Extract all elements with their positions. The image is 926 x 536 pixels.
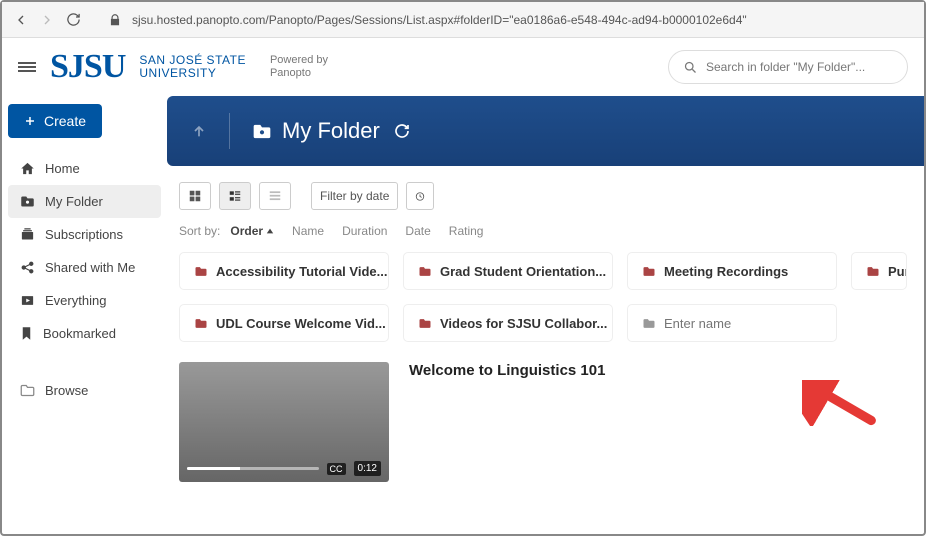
sidebar-item-everything[interactable]: Everything <box>8 284 161 317</box>
sort-asc-icon <box>266 227 274 235</box>
sidebar-item-label: Subscriptions <box>45 227 123 242</box>
sort-col-rating[interactable]: Rating <box>449 224 484 238</box>
thumb-bar: CC 0:12 <box>187 461 381 476</box>
folder-icon <box>418 266 432 277</box>
sidebar-item-my-folder[interactable]: My Folder <box>8 185 161 218</box>
sidebar-item-label: My Folder <box>45 194 103 209</box>
sort-col-date[interactable]: Date <box>405 224 430 238</box>
video-thumbnail[interactable]: CC 0:12 <box>179 362 389 482</box>
reload-button[interactable] <box>64 11 82 29</box>
subfolder-chip[interactable]: Accessibility Tutorial Vide... <box>179 252 389 290</box>
filter-label: Filter by date <box>320 189 389 203</box>
subfolder-chip[interactable]: Videos for SJSU Collabor... <box>403 304 613 342</box>
subfolder-label: Meeting Recordings <box>664 264 788 279</box>
folder-header: My Folder <box>167 96 924 166</box>
browser-toolbar: sjsu.hosted.panopto.com/Panopto/Pages/Se… <box>2 2 924 38</box>
sidebar-item-label: Shared with Me <box>45 260 135 275</box>
subfolder-chip[interactable]: Purp <box>851 252 907 290</box>
app-header: SJSU SAN JOSÉ STATE UNIVERSITY Powered b… <box>2 38 924 96</box>
sidebar-item-label: Home <box>45 161 80 176</box>
browse-folder-icon <box>20 384 35 397</box>
sort-col-name[interactable]: Name <box>292 224 324 238</box>
sort-label: Sort by: <box>179 224 220 238</box>
subfolder-grid: Accessibility Tutorial Vide... Grad Stud… <box>167 252 924 342</box>
search-icon <box>683 60 698 75</box>
hamburger-menu[interactable] <box>18 60 36 74</box>
subfolder-chip[interactable]: Meeting Recordings <box>627 252 837 290</box>
bookmark-icon <box>20 326 33 341</box>
video-list: CC 0:12 Welcome to Linguistics 101 <box>167 342 924 502</box>
search-bar[interactable]: Search in folder "My Folder"... <box>668 50 908 84</box>
view-list-button[interactable] <box>219 182 251 210</box>
create-button[interactable]: Create <box>8 104 102 138</box>
powered-by: Powered by Panopto <box>270 54 328 80</box>
folder-title: My Folder <box>252 118 410 144</box>
progress-bar[interactable] <box>187 467 319 470</box>
new-folder-input-chip[interactable]: ✕ <box>627 304 837 342</box>
sort-col-order[interactable]: Order <box>230 224 274 238</box>
home-icon <box>20 161 35 176</box>
folder-icon <box>20 195 35 208</box>
sidebar-item-browse[interactable]: Browse <box>8 374 161 407</box>
sidebar-item-home[interactable]: Home <box>8 152 161 185</box>
folder-icon <box>418 318 432 329</box>
sjsu-logo-sub: SAN JOSÉ STATE UNIVERSITY <box>139 54 246 79</box>
folder-icon <box>252 123 272 140</box>
subfolder-label: Accessibility Tutorial Vide... <box>216 264 387 279</box>
folder-icon <box>642 318 656 329</box>
cc-badge: CC <box>327 463 346 475</box>
divider <box>229 113 230 149</box>
sort-col-duration[interactable]: Duration <box>342 224 387 238</box>
create-label: Create <box>44 113 86 129</box>
sort-row: Sort by: Order Name Duration Date Rating <box>167 220 924 252</box>
folder-icon <box>642 266 656 277</box>
powered-brand: Panopto <box>270 67 328 80</box>
address-bar[interactable]: sjsu.hosted.panopto.com/Panopto/Pages/Se… <box>132 13 747 27</box>
subfolder-label: Videos for SJSU Collabor... <box>440 316 607 331</box>
subfolder-label: UDL Course Welcome Vid... <box>216 316 386 331</box>
folder-icon <box>866 266 880 277</box>
back-button[interactable] <box>12 11 30 29</box>
subfolder-chip[interactable]: UDL Course Welcome Vid... <box>179 304 389 342</box>
new-folder-input[interactable] <box>664 316 837 331</box>
video-duration: 0:12 <box>354 461 381 476</box>
sidebar: Create Home My Folder Subscriptions Shar… <box>2 96 167 534</box>
lock-icon <box>106 11 124 29</box>
view-grid-button[interactable] <box>179 182 211 210</box>
sidebar-item-shared[interactable]: Shared with Me <box>8 251 161 284</box>
subscriptions-icon <box>20 227 35 242</box>
subfolder-chip[interactable]: Grad Student Orientation... <box>403 252 613 290</box>
view-controls: Filter by date <box>167 166 924 220</box>
refresh-icon[interactable] <box>394 123 410 139</box>
folder-icon <box>194 318 208 329</box>
sidebar-item-label: Browse <box>45 383 88 398</box>
video-title[interactable]: Welcome to Linguistics 101 <box>409 362 605 379</box>
share-icon <box>20 260 35 275</box>
folder-title-text: My Folder <box>282 118 380 144</box>
subfolder-label: Purp <box>888 264 907 279</box>
sidebar-item-label: Everything <box>45 293 106 308</box>
clock-icon <box>415 190 425 203</box>
filter-date-button[interactable]: Filter by date <box>311 182 398 210</box>
sidebar-item-label: Bookmarked <box>43 326 116 341</box>
sidebar-item-subscriptions[interactable]: Subscriptions <box>8 218 161 251</box>
search-placeholder: Search in folder "My Folder"... <box>706 60 865 74</box>
everything-icon <box>20 293 35 308</box>
view-compact-button[interactable] <box>259 182 291 210</box>
up-arrow-icon[interactable] <box>191 123 207 139</box>
powered-label: Powered by <box>270 54 328 67</box>
main: My Folder Filter by date Sort by: <box>167 96 924 534</box>
plus-icon <box>24 114 36 128</box>
subfolder-label: Grad Student Orientation... <box>440 264 606 279</box>
sjsu-logo[interactable]: SJSU <box>50 48 125 86</box>
folder-icon <box>194 266 208 277</box>
sidebar-item-bookmarked[interactable]: Bookmarked <box>8 317 161 350</box>
forward-button[interactable] <box>38 11 56 29</box>
logo-line2: UNIVERSITY <box>139 67 246 80</box>
time-filter-button[interactable] <box>406 182 434 210</box>
